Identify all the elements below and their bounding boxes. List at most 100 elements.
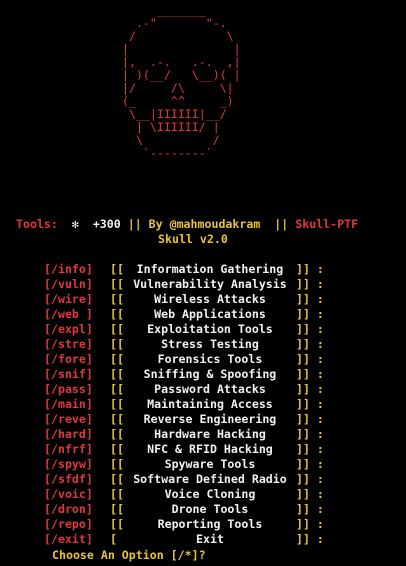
menu-item-open-bracket: [[ [110,277,124,291]
tool-category-menu: [/info][[Information Gathering]] : [/vuln… [44,262,324,547]
menu-item-close-bracket: ]] : [295,442,324,456]
menu-item-label: Maintaining Access [147,397,273,411]
menu-item-open-bracket: [[ [110,457,124,471]
menu-item-label: Password Attacks [154,382,266,396]
menu-item-key: [/dron] [44,502,93,516]
menu-item-close-bracket: ]] : [295,427,324,441]
menu-item-label: Reporting Tools [157,517,263,531]
menu-item-web[interactable]: [/web ] [[Web Applications]] : [44,307,324,322]
menu-item-label: Exit [196,532,224,546]
header-line: Tools: ✻ +300 || By @mahmoudakram || Sku… [16,217,358,232]
menu-item-key: [/info] [44,262,93,276]
menu-item-label: Wireless Attacks [154,292,266,306]
menu-item-key: [/sfdf] [44,472,93,486]
menu-item-open-bracket: [[ [110,367,124,381]
menu-item-close-bracket: ]] : [295,487,324,501]
menu-item-key: [/web ] [44,307,93,321]
menu-item-open-bracket: [[ [110,292,124,306]
menu-item-hard[interactable]: [/hard] [[ Hardware Hacking ]] : [44,427,324,442]
author-credit: By @mahmoudakram [148,217,261,231]
menu-item-pass[interactable]: [/pass] [[ Password Attacks ]] : [44,382,324,397]
menu-item-close-bracket: ]] : [295,352,324,366]
menu-item-close-bracket: ]] : [295,412,324,426]
menu-item-open-bracket: [[ [110,307,124,321]
menu-item-open-bracket: [[ [110,517,124,531]
menu-item-key: [/hard] [44,427,93,441]
tools-count: +300 [92,217,121,231]
menu-item-close-bracket: ]] : [295,397,324,411]
menu-item-label: Reverse Engineering [143,412,277,426]
menu-item-close-bracket: ]] : [295,322,324,336]
menu-item-main[interactable]: [/main] [[ Maintaining Access ]] : [44,397,324,412]
menu-item-open-bracket: [[ [110,427,124,441]
menu-item-open-bracket: [[ [110,472,124,486]
menu-item-open-bracket: [[ [110,382,124,396]
menu-item-close-bracket: ]] : [295,382,324,396]
menu-item-close-bracket: ]] : [295,367,324,381]
menu-item-key: [/voic] [44,487,93,501]
menu-item-key: [/spyw] [44,457,93,471]
menu-item-vuln[interactable]: [/vuln] [[ Vulnerability Analysis ]] : [44,277,324,292]
menu-item-label: Web Applications [154,307,266,321]
menu-item-key: [/pass] [44,382,93,396]
menu-item-info[interactable]: [/info] [[ Information Gathering ]] : [44,262,324,277]
menu-item-label: Stress Testing [161,337,259,351]
menu-item-snif[interactable]: [/snif] [[ Sniffing & Spoofing ]] : [44,367,324,382]
menu-item-close-bracket: ]] : [295,337,324,351]
menu-item-close-bracket: ]] : [295,517,324,531]
menu-item-repo[interactable]: [/repo] [[ Reporting Tools ]] : [44,517,324,532]
menu-item-key: [/stre] [44,337,93,351]
menu-item-label: NFC & RFID Hacking [147,442,273,456]
menu-item-open-bracket: [[ [110,442,124,456]
menu-item-open-bracket: [[ [110,262,124,276]
tools-label: Tools: [16,217,58,231]
menu-item-voic[interactable]: [/voic] [[ Voice Cloning ]] : [44,487,324,502]
menu-item-open-bracket: [[ [110,412,124,426]
menu-item-label: Sniffing & Spoofing [143,367,277,381]
menu-item-exit[interactable]: [/exit] [ Exit]] : [44,532,324,547]
menu-item-expl[interactable]: [/expl] [[Exploitation Tools]] : [44,322,324,337]
menu-item-open-bracket: [[ [110,502,124,516]
app-name: Skull-PTF [295,217,359,231]
menu-item-label: Spyware Tools [164,457,256,471]
menu-item-key: [/main] [44,397,93,411]
menu-item-wire[interactable]: [/wire] [[ Wireless Attacks ]] : [44,292,324,307]
menu-item-label: Hardware Hacking [154,427,266,441]
menu-item-label: Software Defined Radio [133,472,287,486]
star-icon: ✻ [71,217,79,231]
menu-item-open-bracket: [[ [110,397,124,411]
menu-item-label: Drone Tools [171,502,249,516]
menu-item-fore[interactable]: [/fore] [[Forensics Tools]] : [44,352,324,367]
option-prompt[interactable]: Choose An Option [/*]? [52,548,206,563]
menu-item-key: [/wire] [44,292,93,306]
header-separator-2: || [260,217,296,231]
menu-item-dron[interactable]: [/dron] [[Drone Tools]] : [44,502,324,517]
menu-item-close-bracket: ]] : [295,277,324,291]
menu-item-label: Exploitation Tools [147,322,273,336]
menu-item-reve[interactable]: [/reve] [[ Reverse Engineering ]] : [44,412,324,427]
menu-item-nfrf[interactable]: [/nfrf] [[ NFC & RFID Hacking ]] : [44,442,324,457]
menu-item-key: [/fore] [44,352,93,366]
terminal-window: _______ .-" "-. / \ | | |, .-. .-. ,| | … [0,0,406,566]
menu-item-label: Information Gathering [136,262,284,276]
skull-ascii-art: _______ .-" "-. / \ | | |, .-. .-. ,| | … [121,3,241,160]
menu-item-key: [/snif] [44,367,93,381]
menu-item-open-bracket: [[ [110,487,124,501]
menu-item-close-bracket: ]] : [295,457,324,471]
menu-item-close-bracket: ]] : [295,292,324,306]
menu-item-open-bracket: [[ [110,322,124,336]
menu-item-close-bracket: ]] : [295,472,324,486]
menu-item-open-bracket: [[ [110,352,124,366]
version-label: Skull v2.0 [158,232,228,246]
menu-item-open-bracket: [ [110,532,124,546]
menu-item-label: Vulnerability Analysis [133,277,287,291]
menu-item-key: [/nfrf] [44,442,93,456]
menu-item-label: Voice Cloning [164,487,256,501]
menu-item-stre[interactable]: [/stre] [[Stress Testing]] : [44,337,324,352]
menu-item-spyw[interactable]: [/spyw] [[ Spyware Tools ]] : [44,457,324,472]
menu-item-close-bracket: ]] : [295,262,324,276]
menu-item-sfdf[interactable]: [/sfdf] [[ Software Defined Radio ]] : [44,472,324,487]
menu-item-key: [/repo] [44,517,93,531]
menu-item-key: [/reve] [44,412,93,426]
menu-item-key: [/vuln] [44,277,93,291]
